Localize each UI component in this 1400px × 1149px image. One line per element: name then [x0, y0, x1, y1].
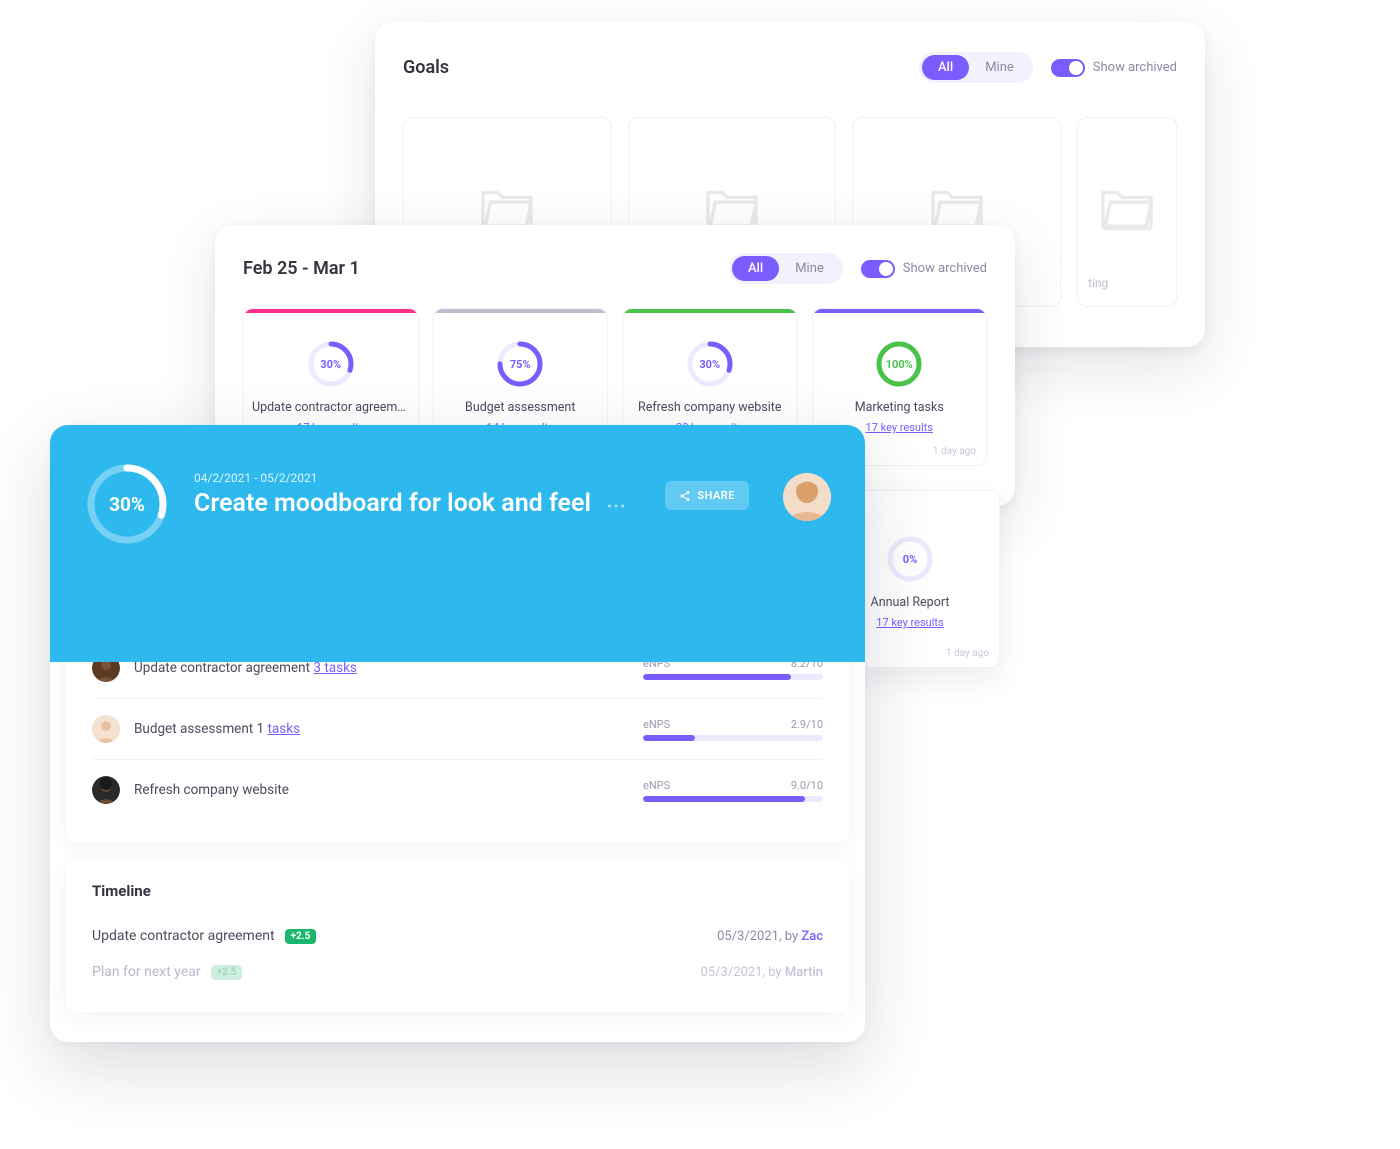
timeline-meta: 05/3/2021, by Zac	[717, 929, 823, 944]
share-button[interactable]: SHARE	[665, 481, 749, 510]
target-name: Refresh company website	[134, 782, 289, 798]
target-metric: eNPS 9.0/10	[643, 779, 823, 802]
show-archived-switch[interactable]	[1051, 59, 1085, 77]
detail-hero: 30% 04/2/2021 - 05/2/2021 Create moodboa…	[50, 425, 865, 662]
card-topbar	[434, 309, 608, 313]
share-label: SHARE	[697, 489, 735, 502]
target-name-text: Update contractor agreement	[134, 660, 310, 676]
target-row[interactable]: Budget assessment 1 tasks eNPS 2.9/10	[92, 698, 823, 759]
folder-icon	[928, 183, 986, 231]
metric-score: 2.9/10	[791, 718, 823, 731]
goals-header: Goals All Mine Show archived	[403, 52, 1177, 83]
timeline-meta: 05/3/2021, by Martin	[701, 965, 823, 980]
card-topbar	[623, 309, 797, 313]
progress-label: 0%	[903, 553, 917, 566]
goal-title: Annual Report	[863, 595, 958, 610]
timeline-badge: +2.5	[211, 965, 243, 980]
timeline-date: 05/3/2021, by	[717, 929, 798, 944]
progress-ring: 0%	[886, 535, 934, 583]
card-topbar	[244, 309, 418, 313]
avatar	[92, 776, 120, 804]
progress-label: 100%	[886, 358, 913, 371]
metric-bar	[643, 735, 823, 741]
metric-bar	[643, 674, 823, 680]
date-filter-toggle[interactable]: All Mine	[729, 253, 843, 284]
show-archived-switch[interactable]	[861, 260, 895, 278]
progress-ring: 100%	[875, 340, 923, 388]
timeline-item-title: Plan for next year	[92, 964, 201, 980]
timeline-card: Timeline Update contractor agreement +2.…	[66, 860, 849, 1012]
progress-ring: 75%	[496, 340, 544, 388]
progress-label: 75%	[510, 358, 531, 371]
filter-all[interactable]: All	[732, 256, 779, 281]
folder-card[interactable]: ting	[1077, 117, 1177, 307]
goals-filter-toggle[interactable]: All Mine	[919, 52, 1033, 83]
card-topbar	[813, 309, 987, 313]
show-archived-wrap: Show archived	[1051, 59, 1177, 77]
hero-title: Create moodboard for look and feel •••	[194, 489, 641, 518]
goal-timestamp: 1 day ago	[946, 648, 989, 659]
show-archived-label: Show archived	[1093, 60, 1177, 75]
avatar	[92, 715, 120, 743]
goal-sub[interactable]: 17 key results	[866, 421, 933, 434]
target-name-text: Budget assessment 1	[134, 721, 264, 737]
timeline-date: 05/3/2021, by	[701, 965, 782, 980]
timeline-row[interactable]: Plan for next year +2.5 05/3/2021, by Ma…	[92, 954, 823, 990]
goal-title: Budget assessment	[457, 400, 583, 415]
date-header: Feb 25 - Mar 1 All Mine Show archived	[243, 253, 987, 284]
progress-label: 30%	[320, 358, 341, 371]
share-icon	[679, 490, 691, 502]
metric-bar	[643, 796, 823, 802]
progress-ring: 30%	[686, 340, 734, 388]
avatar[interactable]	[783, 473, 831, 521]
timeline-author[interactable]: Martin	[785, 965, 823, 980]
filter-mine[interactable]: Mine	[969, 55, 1030, 80]
target-row[interactable]: Refresh company website eNPS 9.0/10	[92, 759, 823, 820]
show-archived-wrap: Show archived	[861, 260, 987, 278]
goal-sub[interactable]: 17 key results	[876, 616, 943, 629]
goals-title: Goals	[403, 57, 449, 78]
detail-panel: 30% 04/2/2021 - 05/2/2021 Create moodboa…	[50, 425, 865, 1042]
show-archived-label: Show archived	[903, 261, 987, 276]
goal-timestamp: 1 day ago	[933, 446, 976, 457]
target-name-text: Refresh company website	[134, 782, 289, 798]
metric-name: eNPS	[643, 718, 670, 731]
progress-ring: 30%	[307, 340, 355, 388]
target-metric: eNPS 2.9/10	[643, 718, 823, 741]
date-header-controls: All Mine Show archived	[729, 253, 987, 284]
goal-title: Refresh company website	[630, 400, 789, 415]
goal-title: Update contractor agreemen	[244, 400, 418, 415]
goals-header-controls: All Mine Show archived	[919, 52, 1177, 83]
filter-all[interactable]: All	[922, 55, 969, 80]
date-title: Feb 25 - Mar 1	[243, 258, 360, 279]
folder-label: ting	[1088, 276, 1108, 290]
metric-bar-fill	[643, 674, 791, 680]
hero-text: 04/2/2021 - 05/2/2021 Create moodboard f…	[194, 461, 641, 518]
folder-icon	[1098, 183, 1156, 231]
metric-bar-fill	[643, 735, 695, 741]
metric-score: 9.0/10	[791, 779, 823, 792]
hero-date: 04/2/2021 - 05/2/2021	[194, 471, 641, 485]
metric-bar-fill	[643, 796, 805, 802]
folder-icon	[703, 183, 761, 231]
goal-title: Marketing tasks	[847, 400, 952, 415]
progress-label: 30%	[699, 358, 720, 371]
timeline-badge: +2.5	[285, 929, 317, 944]
folder-icon	[478, 183, 536, 231]
timeline-row[interactable]: Update contractor agreement +2.5 05/3/20…	[92, 918, 823, 954]
target-tasks-link[interactable]: tasks	[268, 721, 301, 737]
hero-progress-label: 30%	[109, 493, 145, 516]
filter-mine[interactable]: Mine	[779, 256, 840, 281]
timeline-author[interactable]: Zac	[801, 929, 823, 944]
timeline-item-title: Update contractor agreement	[92, 928, 275, 944]
target-tasks-link[interactable]: 3 tasks	[313, 660, 356, 676]
target-name: Update contractor agreement 3 tasks	[134, 660, 357, 676]
more-icon[interactable]: •••	[607, 500, 627, 515]
timeline-heading: Timeline	[92, 882, 823, 900]
metric-name: eNPS	[643, 779, 670, 792]
target-name: Budget assessment 1 tasks	[134, 721, 300, 737]
hero-progress-ring: 30%	[84, 461, 170, 547]
hero-title-text: Create moodboard for look and feel	[194, 489, 591, 518]
